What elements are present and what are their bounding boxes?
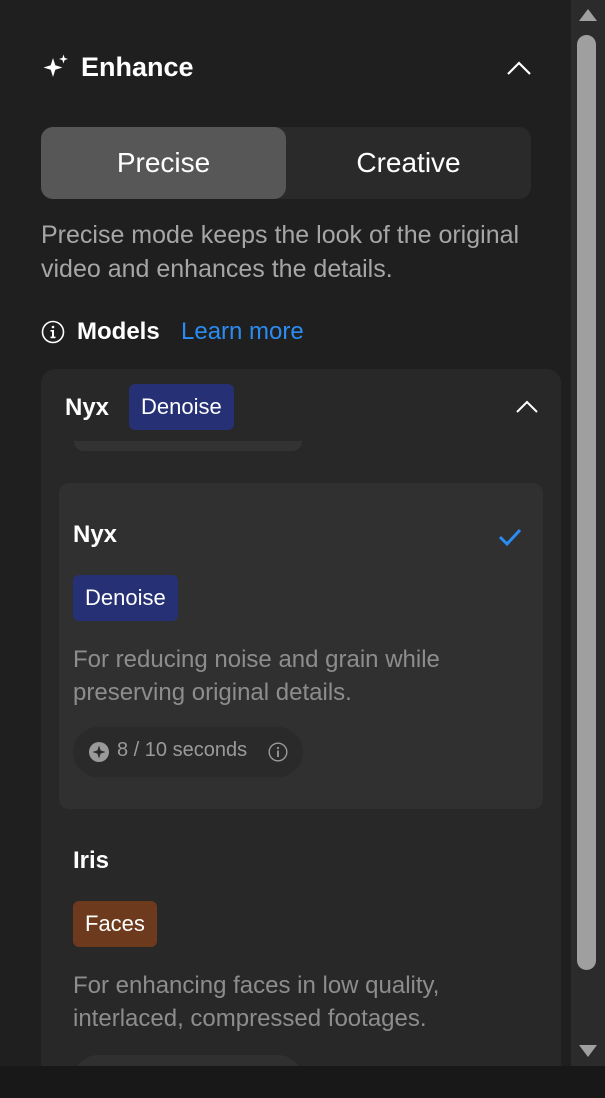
checkmark-icon (498, 528, 522, 547)
scroll-down-arrow-icon[interactable] (577, 1042, 599, 1060)
learn-more-link[interactable]: Learn more (181, 318, 304, 346)
model-option-nyx[interactable]: Nyx Denoise For reducing noise and grain… (59, 483, 543, 809)
model-name: Iris (73, 847, 110, 874)
model-tag: Faces (73, 901, 157, 947)
chevron-up-icon[interactable] (513, 395, 541, 419)
scrollbar-thumb[interactable] (577, 35, 596, 970)
credit-cost-pill (73, 1055, 303, 1066)
mode-toggle: Precise Creative (41, 127, 531, 199)
enhance-panel: Enhance Precise Creative Precise mode ke… (0, 0, 571, 1066)
models-label: Models (77, 318, 160, 345)
info-icon[interactable] (268, 742, 288, 762)
info-icon (41, 320, 65, 344)
credit-icon (89, 742, 109, 762)
model-tag: Denoise (73, 575, 178, 621)
scrollbar[interactable] (571, 0, 605, 1066)
enhance-title: Enhance (81, 52, 194, 82)
model-description: For reducing noise and grain while prese… (73, 646, 440, 706)
selected-model-name: Nyx (65, 394, 110, 421)
model-name: Nyx (73, 521, 118, 548)
creative-mode-button[interactable]: Creative (286, 127, 531, 199)
credit-cost-pill: 8 / 10 seconds (73, 727, 303, 777)
models-card: Nyx Denoise Nyx Denoise For reducing noi… (41, 369, 561, 1066)
credit-cost: 8 / 10 seconds (117, 739, 248, 761)
selected-model-tag: Denoise (129, 384, 234, 430)
mode-description: Precise mode keeps the look of the origi… (41, 221, 520, 283)
enhance-header: Enhance (42, 50, 532, 86)
precise-mode-button[interactable]: Precise (41, 127, 286, 199)
sparkle-icon (43, 54, 68, 77)
bottom-strip (0, 1066, 605, 1098)
scroll-up-arrow-icon[interactable] (577, 6, 599, 24)
model-description: For enhancing faces in low quality, inte… (73, 972, 440, 1032)
models-row: Models Learn more (41, 316, 541, 350)
scrolled-item-edge (74, 441, 302, 451)
chevron-up-icon[interactable] (502, 54, 536, 82)
model-selector-header[interactable]: Nyx Denoise (41, 369, 561, 445)
model-option-iris[interactable]: Iris Faces For enhancing faces in low qu… (59, 809, 543, 1066)
